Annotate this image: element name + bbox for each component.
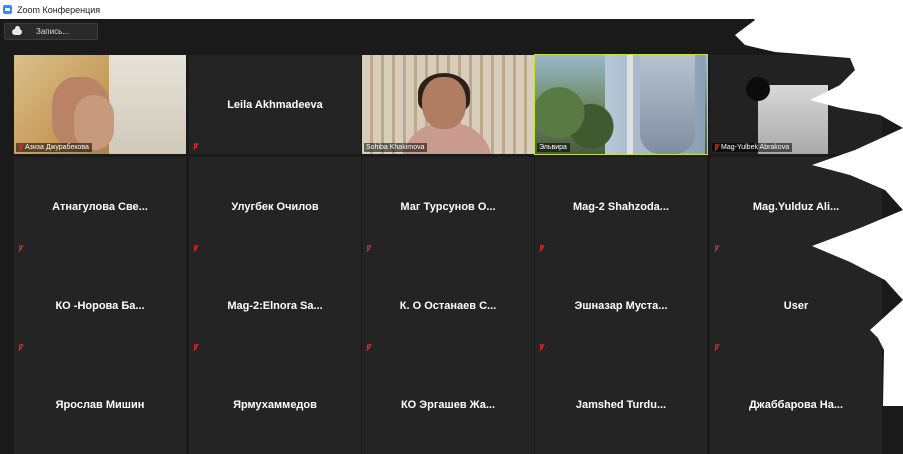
participant-tile[interactable]: Ярмухаммедов — [189, 355, 361, 454]
participant-tile[interactable]: Mag.Yulduz Ali... — [710, 157, 882, 256]
participant-tile[interactable]: Азиза Джурабекова — [14, 55, 186, 154]
mic-muted-icon — [714, 344, 719, 351]
participant-name: Jamshed Turdu... — [575, 399, 667, 411]
cloud-record-icon — [12, 25, 22, 35]
participant-name: КО -Норова Ба... — [55, 300, 145, 312]
participant-tile[interactable]: Маг Турсунов О... — [362, 157, 534, 256]
participant-tile[interactable]: Ярослав Мишин — [14, 355, 186, 454]
mic-muted-icon — [18, 144, 23, 151]
participant-name: Ярослав Мишин — [55, 399, 145, 411]
mic-muted-icon — [714, 144, 719, 151]
participant-tile[interactable]: КО -Норова Ба... — [14, 256, 186, 355]
participant-name: Атнагулова Све... — [52, 201, 148, 213]
participant-name-label: Эльвира — [537, 143, 570, 152]
participant-name: Маг Турсунов О... — [400, 201, 496, 213]
participant-video — [14, 55, 186, 154]
participant-tile[interactable]: Mag-Yulbek Abrakova — [710, 55, 882, 154]
participant-tile[interactable]: Mag-2 Shahzoda... — [535, 157, 707, 256]
participant-name: Mag-2:Elnora Sa... — [227, 300, 323, 312]
participant-name-label: Азиза Джурабекова — [16, 143, 92, 152]
mic-muted-icon — [539, 245, 544, 252]
mic-muted-icon — [366, 245, 371, 252]
window-titlebar: Zoom Конференция — [0, 0, 903, 19]
participant-tile[interactable]: Эшназар Муста... — [535, 256, 707, 355]
mic-muted-icon — [193, 143, 198, 150]
participant-tile[interactable]: К. О Останаев С... — [362, 256, 534, 355]
participant-name: Улугбек Очилов — [231, 201, 319, 213]
participant-name: Mag.Yulduz Ali... — [752, 201, 840, 213]
participant-tile[interactable]: КО Эргашев Жа... — [362, 355, 534, 454]
participant-name: Джаббарова На... — [748, 399, 844, 411]
participant-name: К. О Останаев С... — [399, 300, 497, 312]
participant-name: User — [783, 300, 809, 312]
mic-muted-icon — [714, 245, 719, 252]
zoom-logo-icon — [3, 5, 12, 14]
participant-video — [535, 55, 707, 154]
participant-tile[interactable]: Jamshed Turdu... — [535, 355, 707, 454]
participant-tile[interactable]: Джаббарова На... — [710, 355, 882, 454]
record-button[interactable]: Запись... — [4, 23, 98, 40]
participant-name-label: Mag-Yulbek Abrakova — [712, 143, 793, 152]
participant-name: Эшназар Муста... — [574, 300, 668, 312]
mic-muted-icon — [366, 344, 371, 351]
participant-tile[interactable]: Sohiba Khakimova — [362, 55, 534, 154]
participant-tile[interactable]: Атнагулова Све... — [14, 157, 186, 256]
participant-tile-active-speaker[interactable]: Эльвира — [534, 54, 708, 155]
mic-muted-icon — [193, 245, 198, 252]
participant-tile[interactable]: Mag-2:Elnora Sa... — [189, 256, 361, 355]
participant-name: Ярмухаммедов — [233, 399, 317, 411]
participant-name: КО Эргашев Жа... — [400, 399, 496, 411]
participant-video — [710, 55, 882, 154]
record-button-label: Запись... — [36, 27, 69, 36]
mic-muted-icon — [18, 344, 23, 351]
participant-name-label: Sohiba Khakimova — [364, 143, 428, 152]
participant-name: Leila Akhmadeeva — [227, 99, 323, 111]
participant-tile[interactable]: Leila Akhmadeeva — [189, 55, 361, 154]
participant-video — [362, 55, 534, 154]
mic-muted-icon — [539, 344, 544, 351]
participant-name: Mag-2 Shahzoda... — [573, 201, 669, 213]
participant-tile[interactable]: User — [710, 256, 882, 355]
participant-tile[interactable]: Улугбек Очилов — [189, 157, 361, 256]
window-title: Zoom Конференция — [17, 4, 101, 15]
mic-muted-icon — [18, 245, 23, 252]
mic-muted-icon — [193, 344, 198, 351]
